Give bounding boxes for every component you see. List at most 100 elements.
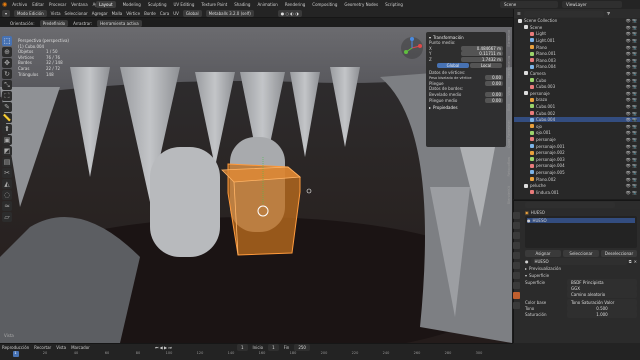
- visibility-toggle-icon[interactable]: 👁 📷: [626, 58, 637, 63]
- outliner-item[interactable]: personaje 👁 📷: [514, 91, 640, 96]
- menu-malla[interactable]: Malla: [112, 11, 123, 16]
- navigation-gizmo[interactable]: [400, 36, 424, 61]
- x-field[interactable]: 0.484667 m: [461, 45, 503, 51]
- playhead[interactable]: 1: [12, 351, 19, 357]
- tab-scripting[interactable]: Scripting: [385, 2, 403, 7]
- visibility-toggle-icon[interactable]: 👁 📷: [626, 104, 637, 109]
- transform-icon[interactable]: ⛶: [2, 91, 12, 101]
- outliner-item[interactable]: Light 👁 📷: [514, 31, 640, 36]
- tab-elemento[interactable]: Elemento: [507, 30, 512, 47]
- drag-dropdown[interactable]: Herramienta activa: [97, 19, 142, 27]
- menu-reproduccion[interactable]: Reproducción: [2, 345, 29, 350]
- y-field[interactable]: 0.11711 m: [461, 51, 503, 57]
- tab-uv-editing[interactable]: UV Editing: [174, 2, 195, 7]
- outliner-item[interactable]: brazo 👁 📷: [514, 97, 640, 102]
- visibility-toggle-icon[interactable]: 👁 📷: [626, 38, 637, 43]
- snap-dropdown[interactable]: Metaballs 3.2.0 (self): [205, 10, 254, 17]
- tab-blenderkit[interactable]: BlenderKit: [507, 186, 512, 204]
- outliner-item[interactable]: Plano 👁 📷: [514, 44, 640, 50]
- outliner-item[interactable]: Scene 👁 📷: [514, 25, 640, 30]
- visibility-toggle-icon[interactable]: 👁 📷: [626, 170, 637, 175]
- edge-bevel-field[interactable]: 0.00: [485, 92, 503, 98]
- outliner-item[interactable]: Cubo.001 👁 📷: [514, 104, 640, 109]
- current-frame-field[interactable]: 1: [236, 344, 248, 351]
- outliner-item[interactable]: peluche 👁 📷: [514, 183, 640, 188]
- end-field[interactable]: 250: [294, 344, 310, 351]
- tab-retopoflow[interactable]: Retopoflow: [507, 157, 512, 177]
- menu-procesar[interactable]: Procesar: [49, 2, 66, 7]
- measure-icon[interactable]: 📏: [2, 113, 12, 123]
- visibility-toggle-icon[interactable]: 👁 📷: [626, 97, 637, 102]
- outliner-item[interactable]: personaje.005 👁 📷: [514, 170, 640, 175]
- tab-quad-remesher[interactable]: Quad Remesher: [507, 120, 512, 148]
- outliner-item[interactable]: Camera 👁 📷: [514, 71, 640, 76]
- visibility-toggle-icon[interactable]: 👁 📷: [626, 45, 637, 50]
- global-toggle[interactable]: Global: [437, 63, 469, 69]
- visibility-toggle-icon[interactable]: 👁 📷: [626, 84, 637, 89]
- orientation-dropdown[interactable]: Global: [182, 10, 202, 17]
- annotate-icon[interactable]: ✎: [2, 102, 12, 112]
- preview-panel-header[interactable]: ▸ Previsualización: [525, 265, 637, 272]
- spin-icon[interactable]: ◌: [2, 190, 12, 200]
- tab-geometry-nodes[interactable]: Geometry Nodes: [344, 2, 378, 7]
- object-tab-icon[interactable]: [513, 262, 520, 269]
- material-tab-icon[interactable]: [513, 292, 520, 299]
- world-tab-icon[interactable]: [513, 252, 520, 259]
- local-toggle[interactable]: Local: [470, 63, 502, 69]
- deselect-button[interactable]: Deseleccionar: [601, 250, 637, 257]
- outliner-search-input[interactable]: [523, 10, 604, 17]
- visibility-toggle-icon[interactable]: 👁 📷: [626, 163, 637, 168]
- edge-crease-field[interactable]: 0.00: [485, 97, 503, 103]
- menu-cara[interactable]: Cara: [160, 11, 169, 16]
- tab-animation[interactable]: Animation: [257, 2, 277, 7]
- funnel-icon[interactable]: ⧩: [607, 11, 611, 16]
- outliner-item[interactable]: Plano.003 👁 📷: [514, 58, 640, 63]
- surface-panel-header[interactable]: ▾ Superficie: [525, 272, 637, 279]
- start-field[interactable]: 1: [268, 344, 279, 351]
- menu-archivo[interactable]: Archivo: [12, 2, 27, 7]
- visibility-toggle-icon[interactable]: 👁 📷: [626, 124, 637, 129]
- axis-gizmo-icon[interactable]: [400, 36, 424, 60]
- tool-tab-icon[interactable]: [513, 212, 520, 219]
- visibility-toggle-icon[interactable]: 👁 📷: [626, 71, 637, 76]
- visibility-toggle-icon[interactable]: 👁 📷: [626, 111, 637, 116]
- outliner-item[interactable]: Cubo.004 👁 📷: [514, 117, 640, 123]
- menu-vista-timeline[interactable]: Vista: [56, 345, 66, 350]
- menu-uv[interactable]: UV: [173, 11, 179, 16]
- outliner-item[interactable]: Light.001 👁 📷: [514, 38, 640, 43]
- outliner-item[interactable]: Cubo.002 👁 📷: [514, 110, 640, 116]
- poly-build-icon[interactable]: ◭: [2, 179, 12, 189]
- data-tab-icon[interactable]: [513, 282, 520, 289]
- visibility-toggle-icon[interactable]: 👁 📷: [626, 177, 637, 182]
- tab-edit[interactable]: Edit: [507, 104, 512, 111]
- tab-modeling[interactable]: Modeling: [123, 2, 141, 7]
- material-name-field[interactable]: HUESO: [530, 258, 627, 265]
- visibility-toggle-icon[interactable]: 👁 📷: [626, 144, 637, 149]
- properties-section-header[interactable]: ▸ Propiedades: [429, 105, 503, 111]
- z-field[interactable]: 1.7432 m: [461, 57, 503, 63]
- outliner-item[interactable]: ojo.001 👁 📷: [514, 130, 640, 135]
- menu-vertice[interactable]: Vértice: [126, 11, 140, 16]
- visibility-toggle-icon[interactable]: 👁 📷: [626, 18, 637, 23]
- outliner-item[interactable]: Scene Collection 👁 📷: [514, 18, 640, 23]
- visibility-toggle-icon[interactable]: 👁 📷: [626, 190, 637, 195]
- copy-icon[interactable]: ⧉: [629, 259, 632, 264]
- scene-tab-icon[interactable]: [513, 242, 520, 249]
- frame-ruler[interactable]: 0204060801001201401601802002202402602803…: [0, 351, 513, 357]
- knife-icon[interactable]: ✂: [2, 168, 12, 178]
- visibility-toggle-icon[interactable]: 👁 📷: [626, 150, 637, 155]
- outliner-item[interactable]: personaje.001 👁 📷: [514, 143, 640, 149]
- outliner-item[interactable]: Cubo 👁 📷: [514, 77, 640, 83]
- editor-type-button[interactable]: ▾: [2, 10, 11, 17]
- outliner-item[interactable]: Cubo.003 👁 📷: [514, 84, 640, 89]
- subsurface-method-dropdown[interactable]: Camino aleatorio: [567, 290, 637, 298]
- smooth-icon[interactable]: ≈: [2, 201, 12, 211]
- render-tab-icon[interactable]: [513, 222, 520, 229]
- visibility-toggle-icon[interactable]: 👁 📷: [626, 31, 637, 36]
- view-layer-field[interactable]: ViewLayer: [562, 1, 622, 8]
- menu-seleccionar[interactable]: Seleccionar: [65, 11, 88, 16]
- outliner-item[interactable]: ojo 👁 📷: [514, 124, 640, 129]
- outliner[interactable]: ☰ ⧩ Scene Collection 👁 📷 Scene 👁 📷 Light 👁 📷 L…: [513, 9, 640, 199]
- modifier-tab-icon[interactable]: [513, 272, 520, 279]
- play-controls-icon[interactable]: ⏮ ◀ ▶ ⏭: [155, 345, 172, 350]
